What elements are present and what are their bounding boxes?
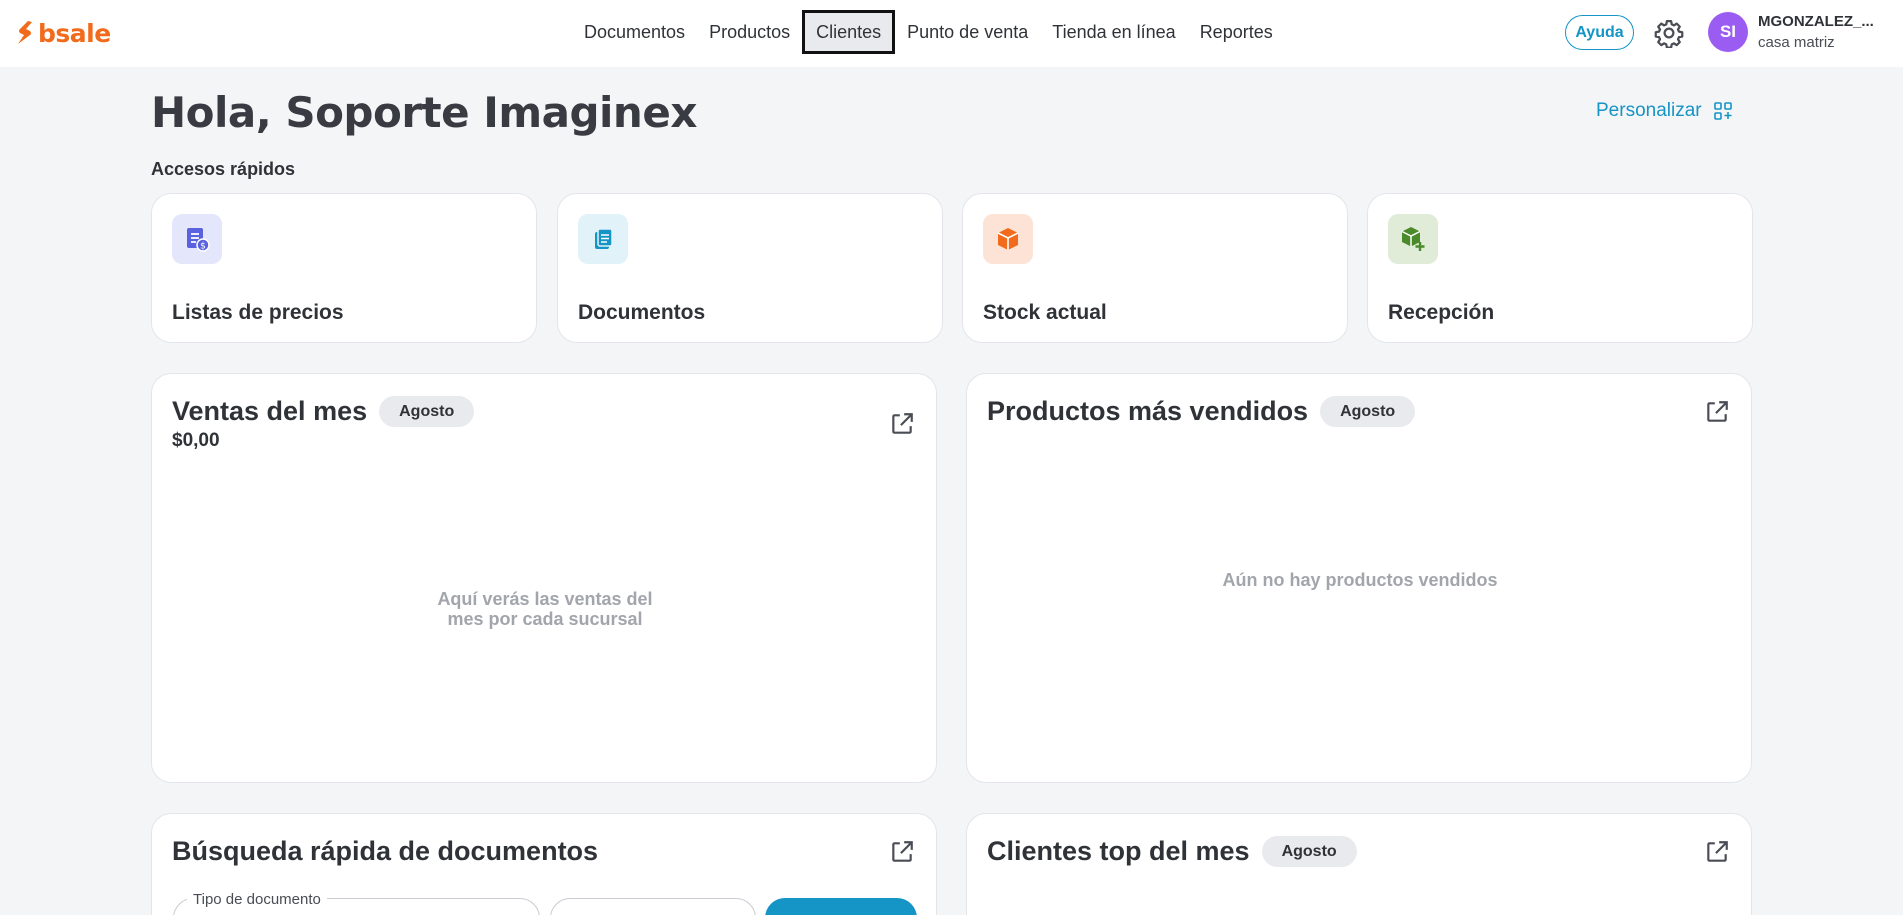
nav-documentos[interactable]: Documentos (572, 10, 697, 54)
user-branch: casa matriz (1758, 34, 1835, 51)
svg-text:$: $ (200, 242, 206, 252)
top-products-empty-message: Aún no hay productos vendidos (1222, 570, 1498, 590)
bsale-logo-text: bsale (38, 18, 111, 48)
grid-plus-icon (1713, 102, 1732, 120)
box-icon (983, 214, 1033, 264)
top-products-panel-header: Productos más vendidos Agosto (987, 396, 1416, 427)
top-products-panel: Productos más vendidos Agosto Aún no hay… (966, 373, 1752, 783)
nav-productos[interactable]: Productos (697, 10, 802, 54)
document-type-label: Tipo de documento (187, 892, 327, 908)
sales-empty-message: Aquí verás las ventas del mes por cada s… (437, 589, 653, 629)
nav-punto-de-venta[interactable]: Punto de venta (895, 10, 1040, 54)
top-navigation-bar: bsale Documentos Productos Clientes Punt… (0, 0, 1903, 67)
open-external-icon[interactable] (889, 411, 915, 437)
quick-access-stock[interactable]: Stock actual (962, 193, 1348, 343)
top-products-panel-title: Productos más vendidos (987, 396, 1309, 426)
bsale-logo[interactable]: bsale (16, 18, 111, 48)
page-title: Hola, Soporte Imaginex (151, 88, 697, 137)
sales-amount: $0,00 (172, 430, 220, 451)
sales-panel: Ventas del mes Agosto $0,00 Aquí verás l… (151, 373, 937, 783)
quick-access-price-lists[interactable]: $ Listas de precios (151, 193, 537, 343)
quick-access-reception[interactable]: Recepción (1367, 193, 1753, 343)
top-clients-panel: Clientes top del mes Agosto (966, 813, 1752, 915)
top-clients-panel-title: Clientes top del mes (987, 836, 1250, 866)
open-external-icon[interactable] (889, 839, 915, 865)
document-search-panel-header: Búsqueda rápida de documentos (172, 836, 598, 867)
customize-label: Personalizar (1596, 100, 1702, 121)
user-name[interactable]: MGONZALEZ_... (1758, 13, 1874, 30)
nav-tienda-en-linea[interactable]: Tienda en línea (1040, 10, 1187, 54)
document-search-panel-title: Búsqueda rápida de documentos (172, 836, 599, 866)
customize-button[interactable]: Personalizar (1596, 100, 1732, 122)
bsale-logo-mark-icon (18, 21, 32, 44)
quick-access-label: Documentos (578, 301, 706, 324)
month-badge: Agosto (379, 396, 475, 427)
quick-access-label: Recepción (1388, 301, 1495, 324)
quick-access-documents[interactable]: Documentos (557, 193, 943, 343)
price-list-icon: $ (172, 214, 222, 264)
help-button[interactable]: Ayuda (1565, 15, 1634, 50)
open-external-icon[interactable] (1704, 399, 1730, 425)
nav-reportes[interactable]: Reportes (1188, 10, 1285, 54)
gear-icon[interactable] (1654, 18, 1684, 48)
document-icon (578, 214, 628, 264)
search-documents-button[interactable] (765, 898, 917, 915)
month-badge: Agosto (1320, 396, 1416, 427)
quick-access-label: Stock actual (983, 301, 1107, 324)
main-nav: Documentos Productos Clientes Punto de v… (572, 10, 1285, 54)
open-external-icon[interactable] (1704, 839, 1730, 865)
sales-panel-header: Ventas del mes Agosto (172, 396, 475, 427)
sales-panel-title: Ventas del mes (172, 396, 368, 426)
quick-access-title: Accesos rápidos (151, 159, 296, 179)
box-add-icon (1388, 214, 1438, 264)
quick-access-label: Listas de precios (172, 301, 344, 324)
month-badge: Agosto (1261, 836, 1357, 867)
user-avatar[interactable]: SI (1708, 12, 1748, 52)
top-clients-panel-header: Clientes top del mes Agosto (987, 836, 1357, 867)
document-number-input[interactable] (550, 898, 756, 915)
nav-clientes[interactable]: Clientes (802, 10, 896, 54)
